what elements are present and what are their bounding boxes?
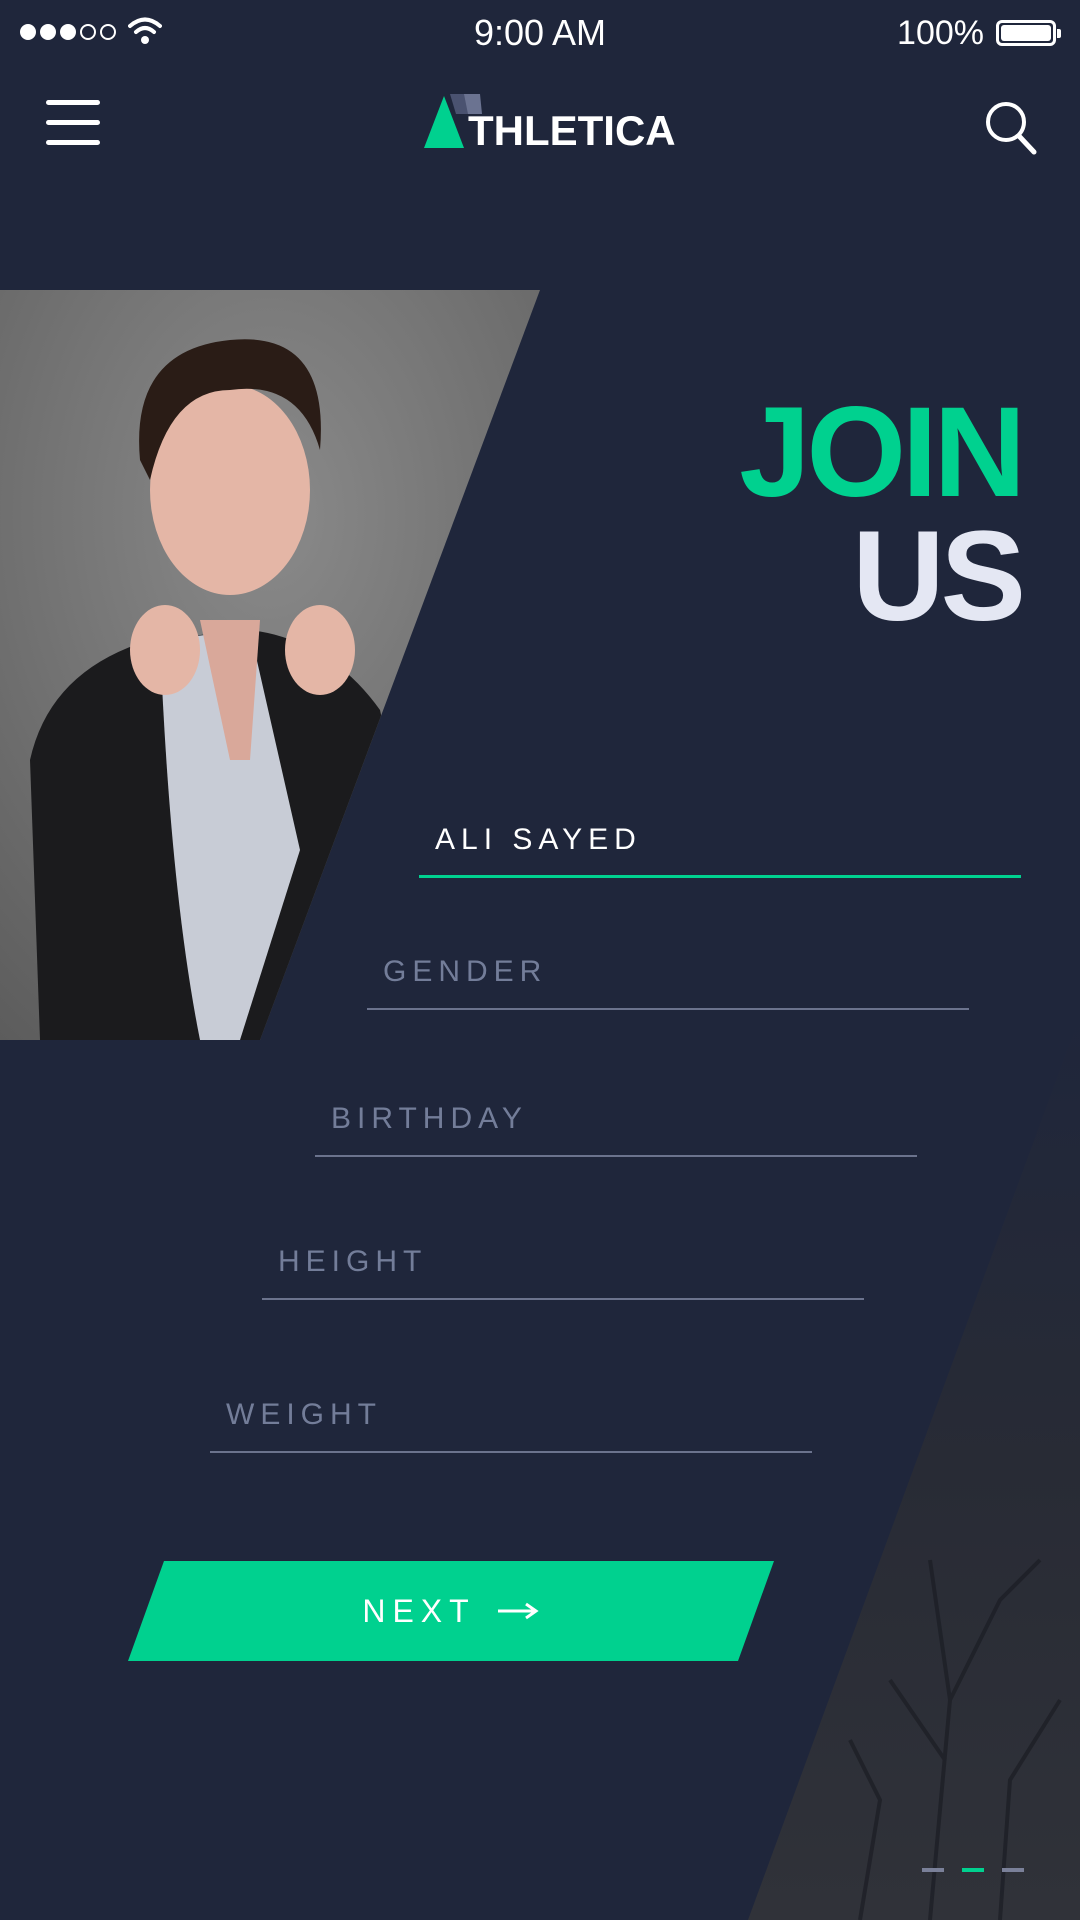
page-dot[interactable] — [962, 1868, 984, 1872]
search-icon[interactable] — [984, 100, 1038, 156]
gender-field — [367, 938, 969, 1010]
hero-photo — [0, 290, 540, 1040]
page-dot[interactable] — [922, 1868, 944, 1872]
model-portrait-image — [0, 290, 540, 1040]
arrow-right-icon — [497, 1602, 539, 1620]
headline-us: US — [852, 504, 1026, 648]
logo-text: THLETICA — [468, 107, 676, 154]
height-input[interactable] — [278, 1234, 848, 1290]
brand-logo: THLETICA — [422, 92, 676, 156]
weight-input[interactable] — [226, 1387, 796, 1443]
next-button[interactable]: NEXT — [128, 1561, 774, 1661]
page-indicator — [922, 1868, 1024, 1872]
page-headline: JOIN US — [739, 381, 1026, 648]
status-bar: 9:00 AM 100% — [0, 0, 1080, 66]
battery-level — [1001, 25, 1051, 41]
hamburger-menu-icon[interactable] — [46, 100, 100, 146]
birthday-input[interactable] — [331, 1091, 901, 1147]
battery-percentage: 100% — [897, 14, 984, 52]
gender-input[interactable] — [383, 944, 953, 1000]
next-button-label: NEXT — [362, 1592, 476, 1629]
battery-icon — [996, 20, 1061, 46]
birthday-field — [315, 1085, 917, 1157]
height-field — [262, 1228, 864, 1300]
page-dot[interactable] — [1002, 1868, 1024, 1872]
weight-field — [210, 1381, 812, 1453]
name-field — [419, 806, 1021, 878]
name-input[interactable] — [435, 812, 1005, 868]
headline-join: JOIN — [739, 381, 1026, 524]
